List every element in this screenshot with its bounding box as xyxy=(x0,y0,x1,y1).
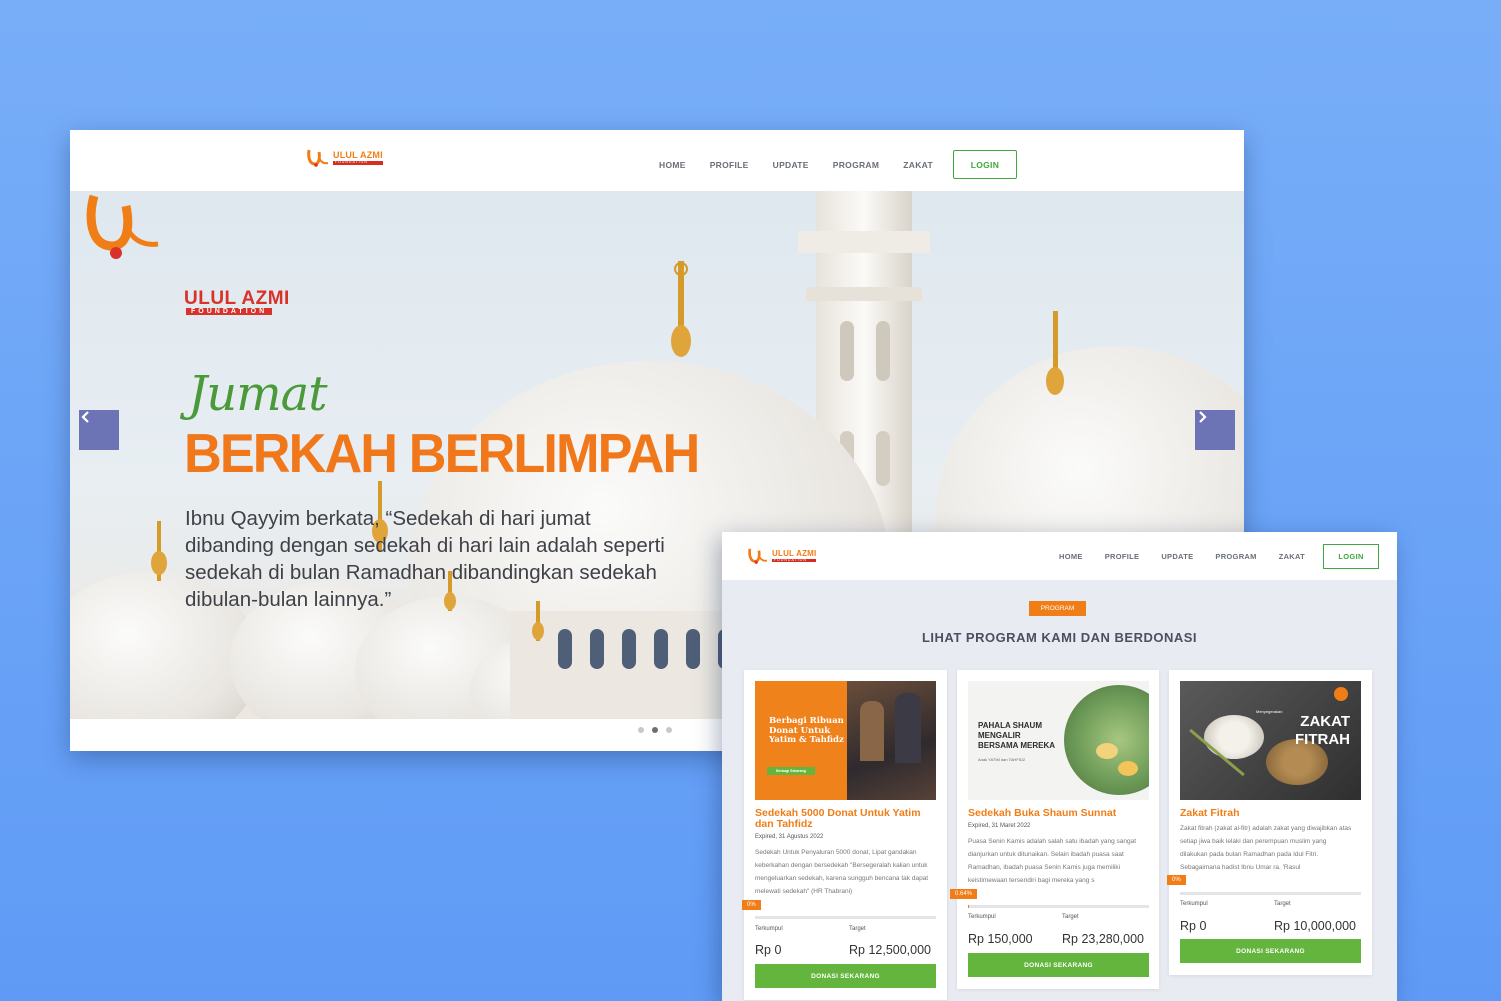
hero-logo-mark xyxy=(86,194,159,259)
target-amount: Rp 23,280,000 xyxy=(1062,932,1145,946)
logo-icon xyxy=(748,548,768,564)
nav-home[interactable]: HOME xyxy=(1059,552,1083,561)
site-logo[interactable]: ULUL AZMI FOUNDATION xyxy=(306,148,383,168)
program-description: Puasa Senin Kamis adalah salah satu ibad… xyxy=(968,838,1137,884)
donate-button[interactable]: DONASI SEKARANG xyxy=(755,964,936,988)
image-caption: PAHALA SHAUM MENGALIR BERSAMA MEREKA xyxy=(978,721,1056,750)
nav-profile[interactable]: PROFILE xyxy=(1105,552,1140,561)
progress-badge: 0.64% xyxy=(950,889,978,899)
nav-profile[interactable]: PROFILE xyxy=(710,160,749,170)
target-label: Target xyxy=(849,926,866,932)
chevron-right-icon xyxy=(1199,411,1207,423)
slider-next-button[interactable] xyxy=(1195,410,1235,450)
image-cta: Berbagi Sekarang xyxy=(767,767,815,775)
progress-bar xyxy=(755,916,936,919)
program-image[interactable]: Menyegerakan ZAKAT FITRAH xyxy=(1180,681,1361,800)
target-amount: Rp 12,500,000 xyxy=(849,943,932,957)
image-caption: Berbagi Ribuan Donat Untuk Yatim & Tahfi… xyxy=(769,716,844,745)
navbar-secondary: ULUL AZMI FOUNDATION HOME PROFILE UPDATE… xyxy=(722,532,1397,580)
program-description: Sedekah Untuk Penyaluran 5000 donat, Lip… xyxy=(755,849,929,895)
collected-label: Terkumpul xyxy=(1180,901,1208,907)
image-caption: ZAKAT FITRAH xyxy=(1295,713,1350,748)
collected-label: Terkumpul xyxy=(755,926,783,932)
donate-button[interactable]: DONASI SEKARANG xyxy=(968,953,1149,977)
collected-amount: Rp 150,000 xyxy=(968,932,1033,946)
nav-zakat[interactable]: ZAKAT xyxy=(1279,552,1305,561)
nav-update[interactable]: UPDATE xyxy=(1161,552,1193,561)
nav-program[interactable]: PROGRAM xyxy=(833,160,880,170)
progress-badge: 0% xyxy=(742,900,761,910)
program-card[interactable]: Menyegerakan ZAKAT FITRAH Zakat Fitrah Z… xyxy=(1167,670,1372,975)
collected-label: Terkumpul xyxy=(968,914,996,920)
program-card[interactable]: PAHALA SHAUM MENGALIR BERSAMA MEREKA Ana… xyxy=(950,670,1159,989)
hero-script-title: Jumat xyxy=(188,366,328,422)
login-button[interactable]: LOGIN xyxy=(1323,544,1380,569)
slider-dot-active[interactable] xyxy=(652,727,658,733)
target-label: Target xyxy=(1274,901,1291,907)
logo-sub: FOUNDATION xyxy=(772,558,817,563)
hero-brand-sub: FOUNDATION xyxy=(186,308,273,315)
slider-dot[interactable] xyxy=(638,727,644,733)
program-card[interactable]: Berbagi Ribuan Donat Untuk Yatim & Tahfi… xyxy=(742,670,947,1000)
main-menu: HOME PROFILE UPDATE PROGRAM ZAKAT LOGIN xyxy=(659,150,1017,179)
image-subcaption: Anak YATIM dan TAHFIDZ xyxy=(978,757,1026,762)
logo-name: ULUL AZMI xyxy=(333,150,383,161)
program-title[interactable]: Sedekah Buka Shaum Sunnat xyxy=(968,808,1148,819)
program-image[interactable]: PAHALA SHAUM MENGALIR BERSAMA MEREKA Ana… xyxy=(968,681,1149,800)
program-date: Expired, 31 Agustus 2022 xyxy=(755,834,824,840)
navbar: ULUL AZMI FOUNDATION HOME PROFILE UPDATE… xyxy=(70,130,1244,190)
nav-program[interactable]: PROGRAM xyxy=(1215,552,1256,561)
donate-button[interactable]: DONASI SEKARANG xyxy=(1180,939,1361,963)
logo-name: ULUL AZMI xyxy=(772,548,817,558)
progress-bar xyxy=(968,905,1149,908)
slider-dot[interactable] xyxy=(666,727,672,733)
section-title: LIHAT PROGRAM KAMI DAN BERDONASI xyxy=(921,630,1198,645)
chevron-left-icon xyxy=(81,411,89,423)
program-date: Expired, 31 Maret 2022 xyxy=(968,823,1031,829)
progress-bar xyxy=(1180,892,1361,895)
hero-headline: BERKAH BERLIMPAH xyxy=(184,422,700,484)
program-description: Zakat fitrah (zakat al-fitr) adalah zaka… xyxy=(1180,825,1352,871)
progress-fill xyxy=(968,905,970,908)
progress-badge: 0% xyxy=(1167,875,1186,885)
logo-icon xyxy=(307,149,329,167)
program-title[interactable]: Zakat Fitrah xyxy=(1180,808,1360,819)
hero-brand-name: ULUL AZMI xyxy=(184,288,290,309)
section-pill: PROGRAM xyxy=(1029,601,1086,616)
collected-amount: Rp 0 xyxy=(755,943,782,957)
login-button[interactable]: LOGIN xyxy=(952,150,1017,179)
nav-update[interactable]: UPDATE xyxy=(773,160,809,170)
slider-prev-button[interactable] xyxy=(79,410,119,450)
target-amount: Rp 10,000,000 xyxy=(1274,919,1357,933)
nav-zakat[interactable]: ZAKAT xyxy=(903,160,933,170)
program-window: ULUL AZMI FOUNDATION HOME PROFILE UPDATE… xyxy=(722,532,1397,1001)
target-label: Target xyxy=(1062,914,1079,920)
program-image[interactable]: Berbagi Ribuan Donat Untuk Yatim & Tahfi… xyxy=(755,681,936,800)
nav-home[interactable]: HOME xyxy=(659,160,686,170)
slider-dots xyxy=(638,727,672,733)
main-menu: HOME PROFILE UPDATE PROGRAM ZAKAT LOGIN xyxy=(1059,544,1380,569)
hero-quote: Ibnu Qayyim berkata, “Sedekah di hari ju… xyxy=(185,507,665,611)
site-logo[interactable]: ULUL AZMI FOUNDATION xyxy=(747,547,817,565)
program-title[interactable]: Sedekah 5000 Donat Untuk Yatim dan Tahfi… xyxy=(755,808,935,830)
logo-sub: FOUNDATION xyxy=(333,161,383,165)
collected-amount: Rp 0 xyxy=(1180,919,1207,933)
